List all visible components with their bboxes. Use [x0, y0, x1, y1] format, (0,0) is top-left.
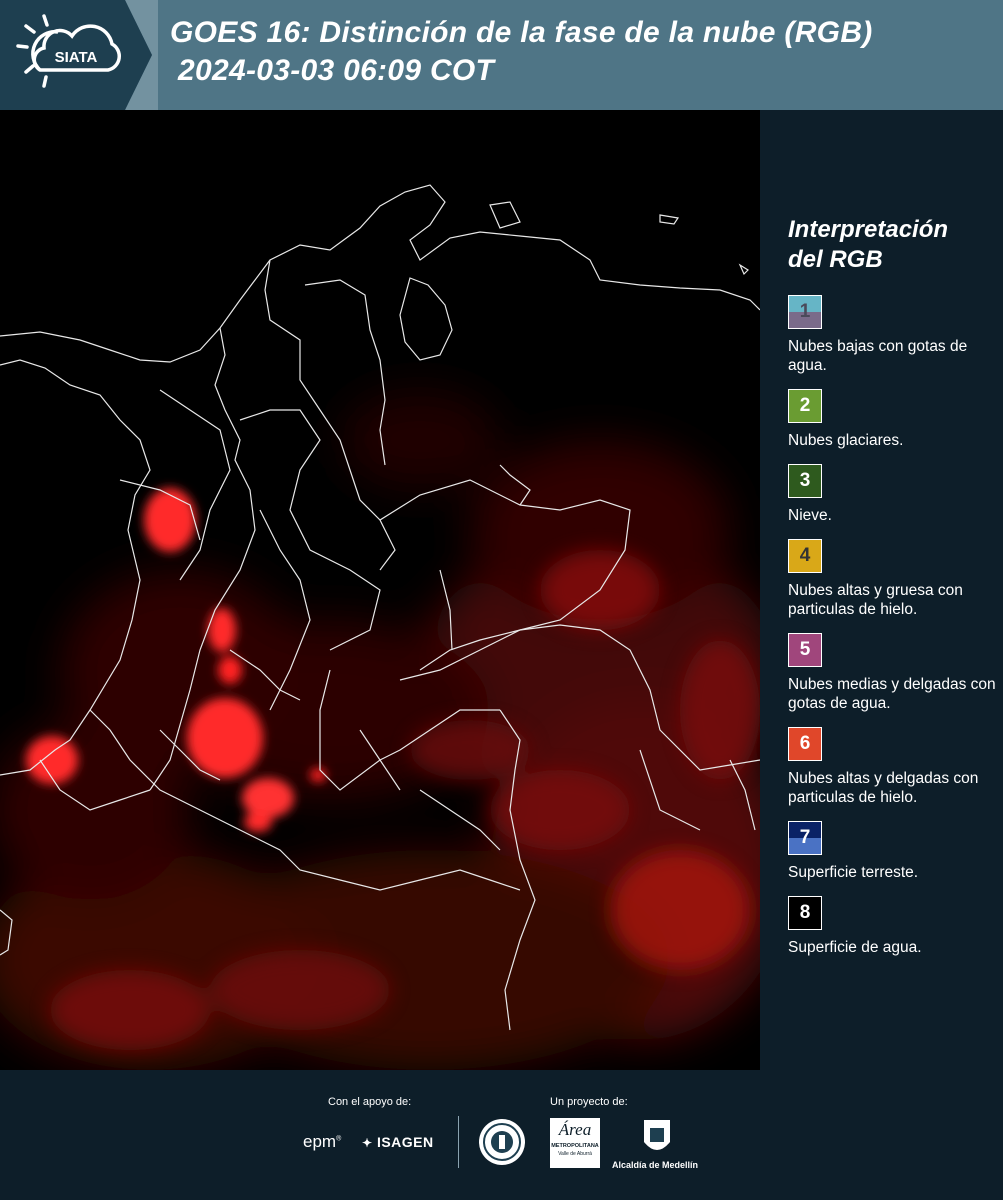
- alcaldia-label: Alcaldía de Medellín: [612, 1160, 699, 1170]
- legend-title-line-2: del RGB: [788, 246, 883, 273]
- title-line-1: GOES 16: Distinción de la fase de la nub…: [170, 16, 873, 49]
- satellite-map: [0, 110, 760, 1070]
- project-label: Un proyecto de:: [550, 1096, 628, 1108]
- area-metropolitana-logo: Área METROPOLITANA Valle de Aburrá: [550, 1118, 600, 1168]
- legend-number: 7: [799, 827, 811, 848]
- isagen-logo: ✦ ISAGEN: [362, 1134, 434, 1150]
- legend-text: Superficie terreste.: [788, 864, 919, 881]
- legend-title: Interpretación del RGB: [788, 215, 998, 275]
- legend-text: Nubes medias y delgadas con gotas de agu…: [788, 676, 996, 712]
- legend-item-8: 8 Superficie de agua.: [788, 896, 998, 957]
- area-metro-line-1: Área: [558, 1120, 592, 1139]
- epm-logo-text: epm: [303, 1132, 337, 1151]
- legend-number: 4: [799, 545, 811, 566]
- legend-number: 6: [799, 733, 811, 754]
- legend-text: Superficie de agua.: [788, 939, 922, 956]
- legend-item-2: 2 Nubes glaciares.: [788, 389, 998, 450]
- siata-logo: SIATA: [0, 0, 158, 110]
- legend-number: 2: [799, 395, 811, 416]
- legend-swatch-2: 2: [788, 389, 822, 423]
- legend-item-5: 5 Nubes medias y delgadas con gotas de ag…: [788, 633, 998, 713]
- legend-text: Nubes altas y delgadas con particulas de…: [788, 770, 979, 806]
- footer: Con el apoyo de: Un proyecto de: epm® ✦ …: [0, 1070, 1003, 1200]
- legend-items: 1 Nubes bajas con gotas de agua. 2 Nubes gl…: [788, 295, 998, 957]
- legend-swatch-6: 6: [788, 727, 822, 761]
- alcaldia-shield-icon: [642, 1118, 672, 1163]
- legend-swatch-1: 1: [788, 295, 822, 329]
- legend-number: 1: [799, 301, 811, 322]
- seal-logo: [478, 1118, 526, 1171]
- legend-item-6: 6 Nubes altas y delgadas con particulas d…: [788, 727, 998, 807]
- title-line-2: 2024-03-03 06:09 COT: [178, 54, 495, 87]
- legend-panel: Interpretación del RGB 1 Nubes bajas con …: [788, 215, 998, 971]
- legend-number: 5: [799, 639, 811, 660]
- footer-divider: [458, 1116, 459, 1168]
- legend-number: 8: [799, 902, 811, 923]
- logo-text: SIATA: [55, 49, 98, 66]
- area-metro-line-2: METROPOLITANA: [551, 1143, 599, 1149]
- legend-swatch-8: 8: [788, 896, 822, 930]
- legend-swatch-7: 7: [788, 821, 822, 855]
- legend-swatch-5: 5: [788, 633, 822, 667]
- legend-number: 3: [799, 470, 811, 491]
- legend-text: Nieve.: [788, 507, 832, 524]
- support-label: Con el apoyo de:: [328, 1096, 412, 1108]
- area-metro-line-3: Valle de Aburrá: [558, 1151, 592, 1157]
- epm-logo: epm®: [303, 1132, 342, 1151]
- legend-title-line-1: Interpretación: [788, 216, 949, 243]
- legend-swatch-4: 4: [788, 539, 822, 573]
- header-bar: SIATA GOES 16: Distinción de la fase de …: [0, 0, 1003, 110]
- page-title: GOES 16: Distinción de la fase de la nub…: [170, 14, 873, 90]
- legend-text: Nubes altas y gruesa con particulas de h…: [788, 582, 963, 618]
- isagen-logo-text: ISAGEN: [376, 1134, 434, 1150]
- isagen-icon: ✦: [362, 1136, 373, 1150]
- legend-item-7: 7 Superficie terreste.: [788, 821, 998, 882]
- legend-item-4: 4 Nubes altas y gruesa con particulas de …: [788, 539, 998, 619]
- legend-swatch-3: 3: [788, 464, 822, 498]
- legend-text: Nubes bajas con gotas de agua.: [788, 338, 968, 374]
- legend-item-3: 3 Nieve.: [788, 464, 998, 525]
- legend-item-1: 1 Nubes bajas con gotas de agua.: [788, 295, 998, 375]
- legend-text: Nubes glaciares.: [788, 432, 904, 449]
